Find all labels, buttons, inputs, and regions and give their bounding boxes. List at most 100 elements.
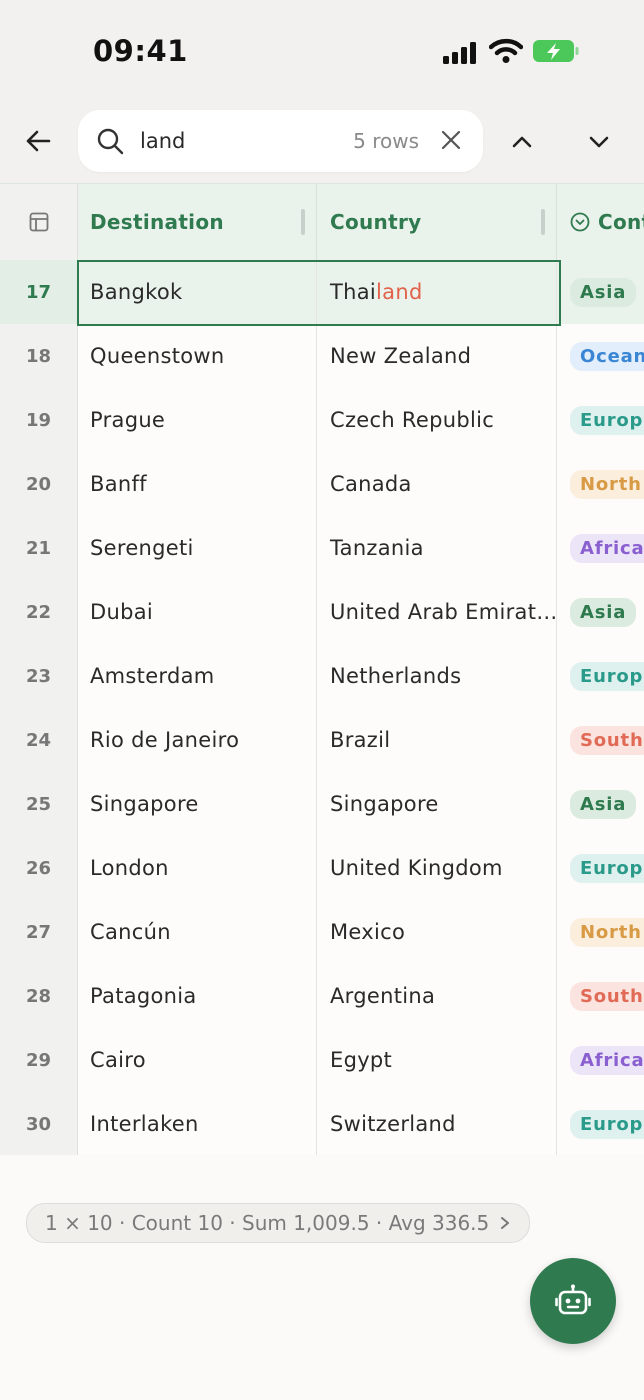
cell-continent[interactable]: North A	[558, 900, 644, 964]
cell-destination[interactable]: Interlaken	[78, 1092, 317, 1155]
cell-continent[interactable]: North A	[558, 452, 644, 516]
continent-tag: South	[570, 981, 644, 1011]
cell-country[interactable]: Switzerland	[318, 1092, 557, 1155]
table-corner[interactable]	[0, 184, 78, 260]
cell-destination[interactable]: Patagonia	[78, 964, 317, 1028]
cell-destination[interactable]: Dubai	[78, 580, 317, 644]
table-row[interactable]: 21 Serengeti Tanzania Africa	[0, 516, 644, 581]
cell-country[interactable]: Singapore	[318, 772, 557, 836]
cell-country[interactable]: United Arab Emirat…	[318, 580, 557, 644]
cell-country[interactable]: Mexico	[318, 900, 557, 964]
country-text: Canada	[330, 472, 412, 496]
cell-destination[interactable]: Cancún	[78, 900, 317, 964]
row-number[interactable]: 26	[0, 836, 78, 900]
cell-continent[interactable]: Africa	[558, 516, 644, 580]
cell-country[interactable]: Egypt	[318, 1028, 557, 1092]
chevron-up-icon[interactable]	[503, 124, 541, 160]
cell-continent[interactable]: Asia	[558, 580, 644, 644]
search-icon	[97, 128, 124, 155]
row-number[interactable]: 27	[0, 900, 78, 964]
country-text: Thai	[330, 280, 377, 304]
table-row[interactable]: 29 Cairo Egypt Africa	[0, 1028, 644, 1093]
row-number[interactable]: 30	[0, 1092, 78, 1155]
continent-tag: Africa	[570, 533, 644, 563]
selection-summary-text: 1 × 10 · Count 10 · Sum 1,009.5 · Avg 33…	[45, 1211, 490, 1235]
cell-continent[interactable]: Ocean	[558, 324, 644, 388]
row-number[interactable]: 19	[0, 388, 78, 452]
selection-summary[interactable]: 1 × 10 · Count 10 · Sum 1,009.5 · Avg 33…	[26, 1203, 531, 1243]
robot-icon	[555, 1284, 591, 1315]
search-input[interactable]	[140, 123, 320, 159]
country-text: Switzerland	[330, 1112, 456, 1136]
table-row[interactable]: 18 Queenstown New Zealand Ocean	[0, 324, 644, 389]
table-row[interactable]: 27Cancún Mexico North A	[0, 900, 644, 965]
cellular-signal-icon	[443, 42, 476, 64]
cell-continent[interactable]: South	[558, 708, 644, 772]
close-icon[interactable]	[441, 130, 461, 150]
column-header-continent[interactable]: Cont	[558, 184, 644, 260]
cell-country[interactable]: Brazil	[318, 708, 557, 772]
column-header-label: Cont	[598, 210, 644, 234]
table-row[interactable]: 30Interlaken Switzerland Europe	[0, 1092, 644, 1155]
cell-destination[interactable]: Rio de Janeiro	[78, 708, 317, 772]
column-resize-handle[interactable]	[541, 209, 545, 235]
back-button[interactable]	[18, 121, 58, 161]
cell-country[interactable]: New Zealand	[318, 324, 557, 388]
table-row[interactable]: 22 Dubai United Arab Emirat… Asia	[0, 580, 644, 645]
data-table: Destination Country Cont 17BangkokThaila…	[0, 183, 644, 1155]
column-header-destination[interactable]: Destination	[78, 184, 317, 260]
row-number[interactable]: 20	[0, 452, 78, 516]
row-number[interactable]: 22	[0, 580, 78, 644]
cell-continent[interactable]: Europe	[558, 836, 644, 900]
table-row[interactable]: 17 Bangkok Thai land Asia	[0, 260, 644, 325]
cell-country[interactable]: Thai land	[318, 260, 557, 324]
table-row[interactable]: 24 Rio de Janeiro Brazil South	[0, 708, 644, 773]
cell-destination[interactable]: Singapore	[78, 772, 317, 836]
table-row[interactable]: 26London United Kingdom Europe	[0, 836, 644, 901]
cell-country[interactable]: United Kingdom	[318, 836, 557, 900]
cell-country[interactable]: Argentina	[318, 964, 557, 1028]
row-number[interactable]: 18	[0, 324, 78, 388]
cell-destination[interactable]: Queenstown	[78, 324, 317, 388]
table-icon	[29, 212, 48, 232]
row-number[interactable]: 24	[0, 708, 78, 772]
cell-country[interactable]: Netherlands	[318, 644, 557, 708]
cell-continent[interactable]: Europe	[558, 388, 644, 452]
row-number[interactable]: 17	[0, 260, 78, 324]
cell-country[interactable]: Tanzania	[318, 516, 557, 580]
table-row[interactable]: 25 Singapore Singapore Asia	[0, 772, 644, 837]
continent-tag: Africa	[570, 1045, 644, 1075]
cell-destination[interactable]: Banff	[78, 452, 317, 516]
table-row[interactable]: 20Banff Canada North A	[0, 452, 644, 517]
cell-country[interactable]: Czech Republic	[318, 388, 557, 452]
row-number[interactable]: 28	[0, 964, 78, 1028]
column-resize-handle[interactable]	[301, 209, 305, 235]
country-text: Mexico	[330, 920, 406, 944]
cell-continent[interactable]: Asia	[558, 260, 644, 324]
cell-continent[interactable]: Africa	[558, 1028, 644, 1092]
cell-destination[interactable]: London	[78, 836, 317, 900]
cell-destination[interactable]: Serengeti	[78, 516, 317, 580]
cell-destination[interactable]: Amsterdam	[78, 644, 317, 708]
cell-destination[interactable]: Cairo	[78, 1028, 317, 1092]
cell-destination[interactable]: Bangkok	[78, 260, 317, 324]
cell-continent[interactable]: Asia	[558, 772, 644, 836]
cell-country[interactable]: Canada	[318, 452, 557, 516]
column-header-country[interactable]: Country	[318, 184, 557, 260]
row-number[interactable]: 21	[0, 516, 78, 580]
table-row[interactable]: 28 Patagonia Argentina South	[0, 964, 644, 1029]
cell-continent[interactable]: Europe	[558, 1092, 644, 1155]
cell-continent[interactable]: Europe	[558, 644, 644, 708]
row-number[interactable]: 23	[0, 644, 78, 708]
cell-destination[interactable]: Prague	[78, 388, 317, 452]
row-number[interactable]: 25	[0, 772, 78, 836]
search-box[interactable]: 5 rows	[78, 110, 483, 172]
column-header-label: Destination	[90, 210, 224, 234]
continent-tag: Europe	[570, 853, 644, 883]
table-row[interactable]: 19Prague Czech Republic Europe	[0, 388, 644, 453]
row-number[interactable]: 29	[0, 1028, 78, 1092]
ai-assistant-button[interactable]	[530, 1258, 616, 1344]
chevron-down-icon[interactable]	[580, 124, 618, 160]
table-row[interactable]: 23Amsterdam Netherlands Europe	[0, 644, 644, 709]
cell-continent[interactable]: South	[558, 964, 644, 1028]
